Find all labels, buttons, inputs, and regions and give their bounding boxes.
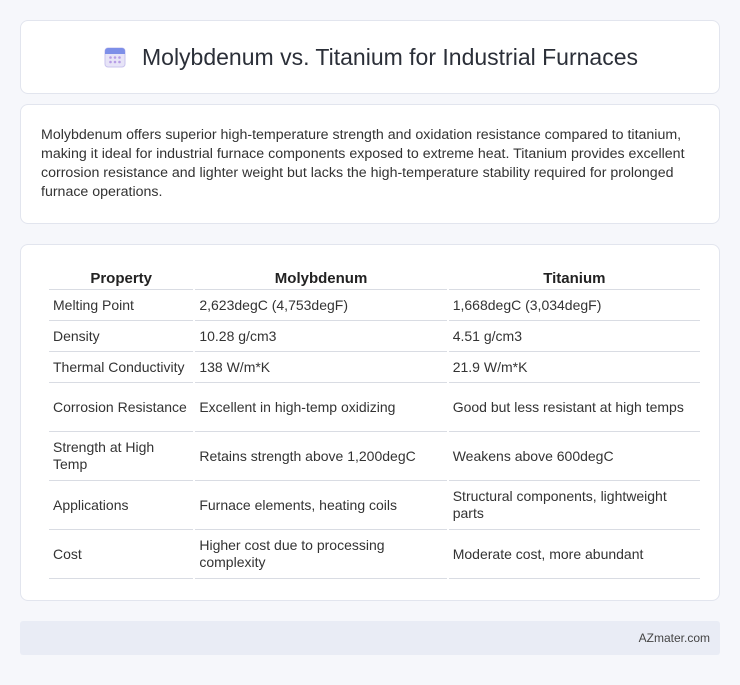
- row-property: Melting Point: [49, 290, 194, 321]
- table-header-row: Property Molybdenum Titanium: [49, 267, 700, 290]
- row-property: Density: [49, 321, 194, 352]
- row-titanium-value: 1,668degC (3,034degF): [448, 290, 700, 321]
- table-row: Cost Higher cost due to processing compl…: [49, 530, 700, 579]
- row-titanium-value: Good but less resistant at high temps: [448, 383, 700, 432]
- row-titanium-value: Structural components, lightweight parts: [448, 481, 700, 530]
- comparison-table-card: Property Molybdenum Titanium Melting Poi…: [20, 244, 720, 601]
- table-row: Corrosion Resistance Excellent in high-t…: [49, 383, 700, 432]
- row-molybdenum-value: Higher cost due to processing complexity: [195, 530, 447, 579]
- row-molybdenum-value: Excellent in high-temp oxidizing: [195, 383, 447, 432]
- table-row: Strength at High Temp Retains strength a…: [49, 432, 700, 481]
- table-row: Applications Furnace elements, heating c…: [49, 481, 700, 530]
- row-property: Strength at High Temp: [49, 432, 194, 481]
- table-row: Thermal Conductivity 138 W/m*K 21.9 W/m*…: [49, 352, 700, 383]
- summary-card: Molybdenum offers superior high-temperat…: [20, 104, 720, 224]
- row-property: Thermal Conductivity: [49, 352, 194, 383]
- row-molybdenum-value: 10.28 g/cm3: [195, 321, 447, 352]
- row-molybdenum-value: Retains strength above 1,200degC: [195, 432, 447, 481]
- table-row: Melting Point 2,623degC (4,753degF) 1,66…: [49, 290, 700, 321]
- row-molybdenum-value: 138 W/m*K: [195, 352, 447, 383]
- comparison-table: Property Molybdenum Titanium Melting Poi…: [47, 267, 702, 579]
- footer-bar: AZmater.com: [20, 621, 720, 655]
- calendar-icon: [102, 44, 128, 70]
- row-titanium-value: Weakens above 600degC: [448, 432, 700, 481]
- column-header-property: Property: [49, 267, 194, 290]
- summary-text: Molybdenum offers superior high-temperat…: [41, 127, 685, 200]
- row-property: Applications: [49, 481, 194, 530]
- title-card: Molybdenum vs. Titanium for Industrial F…: [20, 20, 720, 94]
- row-titanium-value: Moderate cost, more abundant: [448, 530, 700, 579]
- row-property: Cost: [49, 530, 194, 579]
- footer-brand: AZmater.com: [638, 631, 710, 645]
- row-molybdenum-value: 2,623degC (4,753degF): [195, 290, 447, 321]
- row-molybdenum-value: Furnace elements, heating coils: [195, 481, 447, 530]
- table-row: Density 10.28 g/cm3 4.51 g/cm3: [49, 321, 700, 352]
- column-header-molybdenum: Molybdenum: [195, 267, 447, 290]
- row-titanium-value: 21.9 W/m*K: [448, 352, 700, 383]
- row-titanium-value: 4.51 g/cm3: [448, 321, 700, 352]
- page-title: Molybdenum vs. Titanium for Industrial F…: [142, 43, 638, 70]
- row-property: Corrosion Resistance: [49, 383, 194, 432]
- column-header-titanium: Titanium: [448, 267, 700, 290]
